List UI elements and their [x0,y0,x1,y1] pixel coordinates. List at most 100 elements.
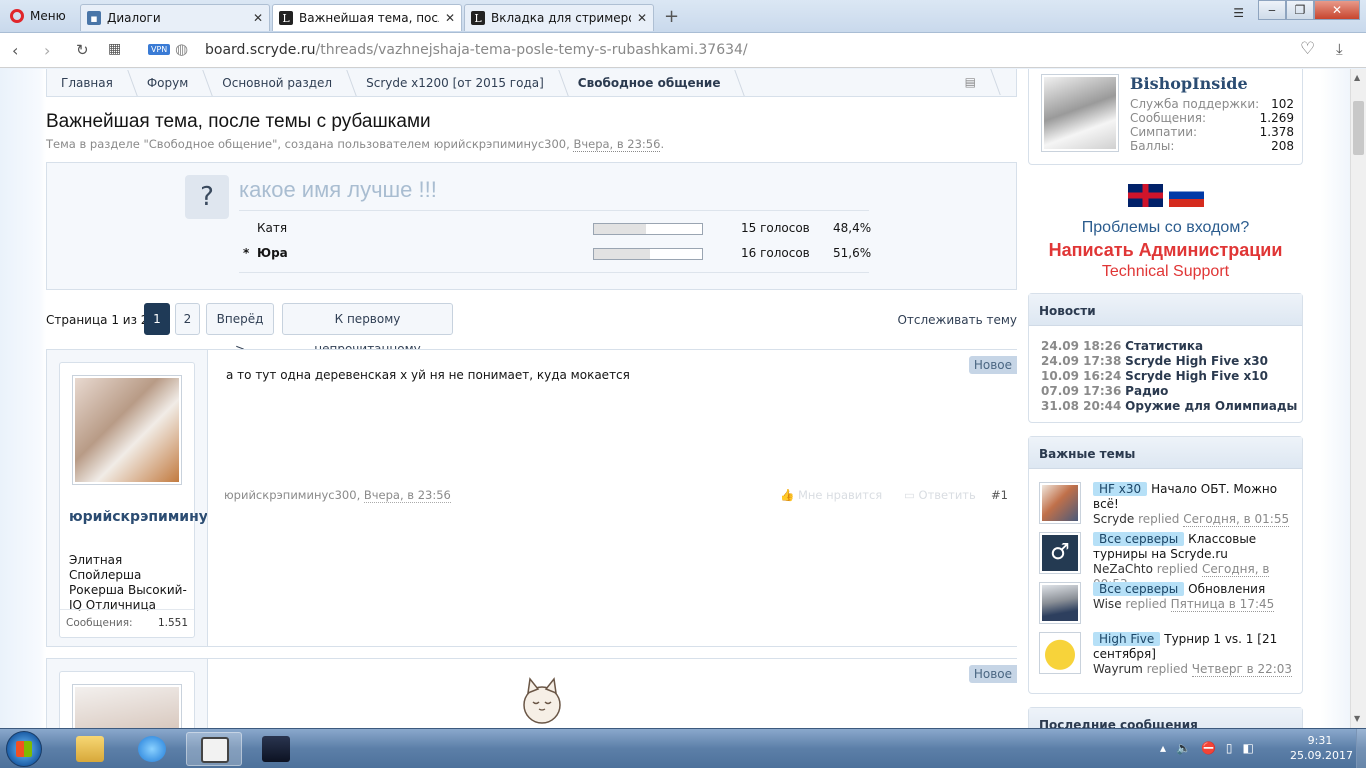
visitor-stat: Симпатии: 1.378 [1130,125,1294,139]
maximize-icon[interactable]: ❐ [1286,0,1314,20]
ru-flag-icon[interactable] [1169,184,1204,207]
news-item[interactable]: 24.09 17:38 Scryde High Five x30 [1041,354,1268,368]
minimize-icon[interactable]: ‒ [1258,0,1286,20]
thread-last-user[interactable]: Scryde [1093,512,1134,526]
news-link[interactable]: Оружие для Олимпиады [1125,399,1297,413]
news-link[interactable]: Статистика [1125,339,1203,353]
write-admin-link[interactable]: Написать Администрации [1028,240,1303,261]
back-icon[interactable]: ‹ [12,41,18,60]
scrollbar[interactable]: ▲ ▼ [1350,69,1366,728]
avatar[interactable] [1041,74,1119,152]
close-window-icon[interactable]: ✕ [1314,0,1360,20]
thread-link[interactable]: Обновления [1188,582,1265,596]
important-thread-item[interactable]: ♂ Все серверы Классовые турниры на Scryde… [1039,532,1299,592]
thread-avatar[interactable] [1039,632,1081,674]
news-link[interactable]: Scryde High Five x30 [1125,354,1268,368]
thread-prefix[interactable]: High Five [1093,632,1161,646]
system-tray[interactable]: ▴🔈⛔▯◧ [1160,741,1264,755]
news-date: 24.09 17:38 [1041,354,1122,368]
tab-dialogs[interactable]: ▪ Диалоги ✕ [80,4,270,31]
watch-thread-link[interactable]: Отслеживать тему [897,313,1017,327]
lineage-icon: L [471,11,485,25]
clock[interactable]: 9:31 25.09.2017 [1290,733,1353,763]
thread-prefix[interactable]: Все серверы [1093,532,1185,546]
taskbar-app[interactable] [124,732,180,766]
lineage-icon: L [279,11,293,25]
tab-streamers[interactable]: L Вкладка для стримеров. | ✕ [464,4,654,31]
thread-last-user[interactable]: NeZaChto [1093,562,1153,576]
news-item[interactable]: 31.08 20:44 Оружие для Олимпиады [1041,399,1297,413]
news-item[interactable]: 10.09 16:24 Scryde High Five x10 [1041,369,1268,383]
next-page-button[interactable]: Вперёд > [206,303,274,356]
show-desktop-button[interactable] [1356,729,1366,768]
breadcrumb-item[interactable]: Основной раздел [222,76,332,90]
poll-option-votes: 15 голосов [741,221,810,235]
important-thread-item[interactable]: Все серверы Обновления Wise replied Пятниц… [1039,582,1299,626]
post-footer-author[interactable]: юрийскрэпиминус300 [224,488,357,502]
reload-icon[interactable]: ↻ [76,41,89,59]
news-item[interactable]: 07.09 17:36 Радио [1041,384,1168,398]
breadcrumb-item-current[interactable]: Свободное общение [578,76,721,90]
forward-icon[interactable]: › [44,41,50,60]
taskbar-game[interactable] [248,732,304,766]
avatar[interactable] [72,375,182,485]
taskbar-opera[interactable] [186,732,242,766]
thread-avatar[interactable] [1039,582,1081,624]
breadcrumb-item[interactable]: Главная [61,76,113,90]
avatar[interactable] [72,684,182,728]
thread-date[interactable]: Вчера, в 23:56 [573,137,661,152]
thread-avatar[interactable]: ♂ [1039,532,1081,574]
important-thread-item[interactable]: HF x30 Начало ОБТ. Можно всё! Scryde repli… [1039,482,1299,527]
scroll-down-icon[interactable]: ▼ [1354,714,1360,723]
reply-button[interactable]: ▭ Ответить [904,488,976,502]
page-button-1[interactable]: 1 [144,303,170,335]
uk-flag-icon[interactable] [1128,184,1163,207]
login-problem-link[interactable]: Проблемы со входом? [1028,219,1303,237]
user-info: юрийскрэпиминус300 Элитная Спойлерша Рок… [59,362,245,638]
close-icon[interactable]: ✕ [637,11,647,25]
thread-last-user[interactable]: Wise [1093,597,1122,611]
user-info [59,671,195,728]
news-item[interactable]: 24.09 18:26 Статистика [1041,339,1203,353]
first-unread-button[interactable]: К первому непрочитанному [282,303,453,356]
visitor-name[interactable]: BishopInside [1130,74,1248,93]
jump-menu-icon[interactable]: ▤ [965,75,976,89]
thread-prefix[interactable]: Все серверы [1093,582,1185,596]
replied-label: replied [1125,597,1167,611]
scroll-up-icon[interactable]: ▲ [1354,73,1360,82]
scrollbar-thumb[interactable] [1353,101,1364,155]
news-link[interactable]: Scryde High Five x10 [1125,369,1268,383]
tab-thread[interactable]: L Важнейшая тема, после т ✕ [272,4,462,31]
poll-question: какое имя лучше !!! [239,177,437,202]
breadcrumb-item[interactable]: Форум [147,76,188,90]
visitor-stat-value: 1.378 [1259,125,1294,139]
game-icon [262,736,290,762]
news-panel: Новости 24.09 18:26 Статистика 24.09 17:… [1028,293,1303,423]
user-stat-value: 1.551 [157,617,188,629]
thread-prefix[interactable]: HF x30 [1093,482,1148,496]
start-button[interactable] [6,731,42,767]
important-thread-item[interactable]: High Five Турнир 1 vs. 1 [21 сентября] Way… [1039,632,1299,677]
opera-menu-button[interactable]: Меню [4,4,74,28]
close-icon[interactable]: ✕ [445,11,455,25]
heart-icon[interactable]: ♡ [1300,39,1315,59]
download-icon[interactable]: ⤓ [1336,40,1343,58]
post-author[interactable]: юрийскрэпиминус300 [69,507,245,527]
new-tab-button[interactable]: + [664,6,679,27]
taskbar-explorer[interactable] [62,732,118,766]
vpn-badge[interactable]: VPN [148,44,171,55]
thread-avatar[interactable] [1039,482,1081,524]
thread-last-user[interactable]: Wayrum [1093,662,1143,676]
tech-support-link[interactable]: Technical Support [1028,263,1303,281]
tab-title: Важнейшая тема, после т [299,11,439,25]
breadcrumb-item[interactable]: Scryde x1200 [от 2015 года] [366,76,544,90]
news-link[interactable]: Радио [1125,384,1168,398]
post-number[interactable]: #1 [991,488,1008,502]
tab-menu-icon[interactable]: ☰ [1233,6,1244,20]
url-field[interactable]: board.scryde.ru/threads/vazhnejshaja-tem… [205,42,748,58]
page-button-2[interactable]: 2 [175,303,200,335]
speed-dial-icon[interactable]: ▦ [108,41,121,57]
close-icon[interactable]: ✕ [253,11,263,25]
post-date[interactable]: Вчера, в 23:56 [363,488,451,503]
like-button[interactable]: 👍 Мне нравится [780,488,882,502]
